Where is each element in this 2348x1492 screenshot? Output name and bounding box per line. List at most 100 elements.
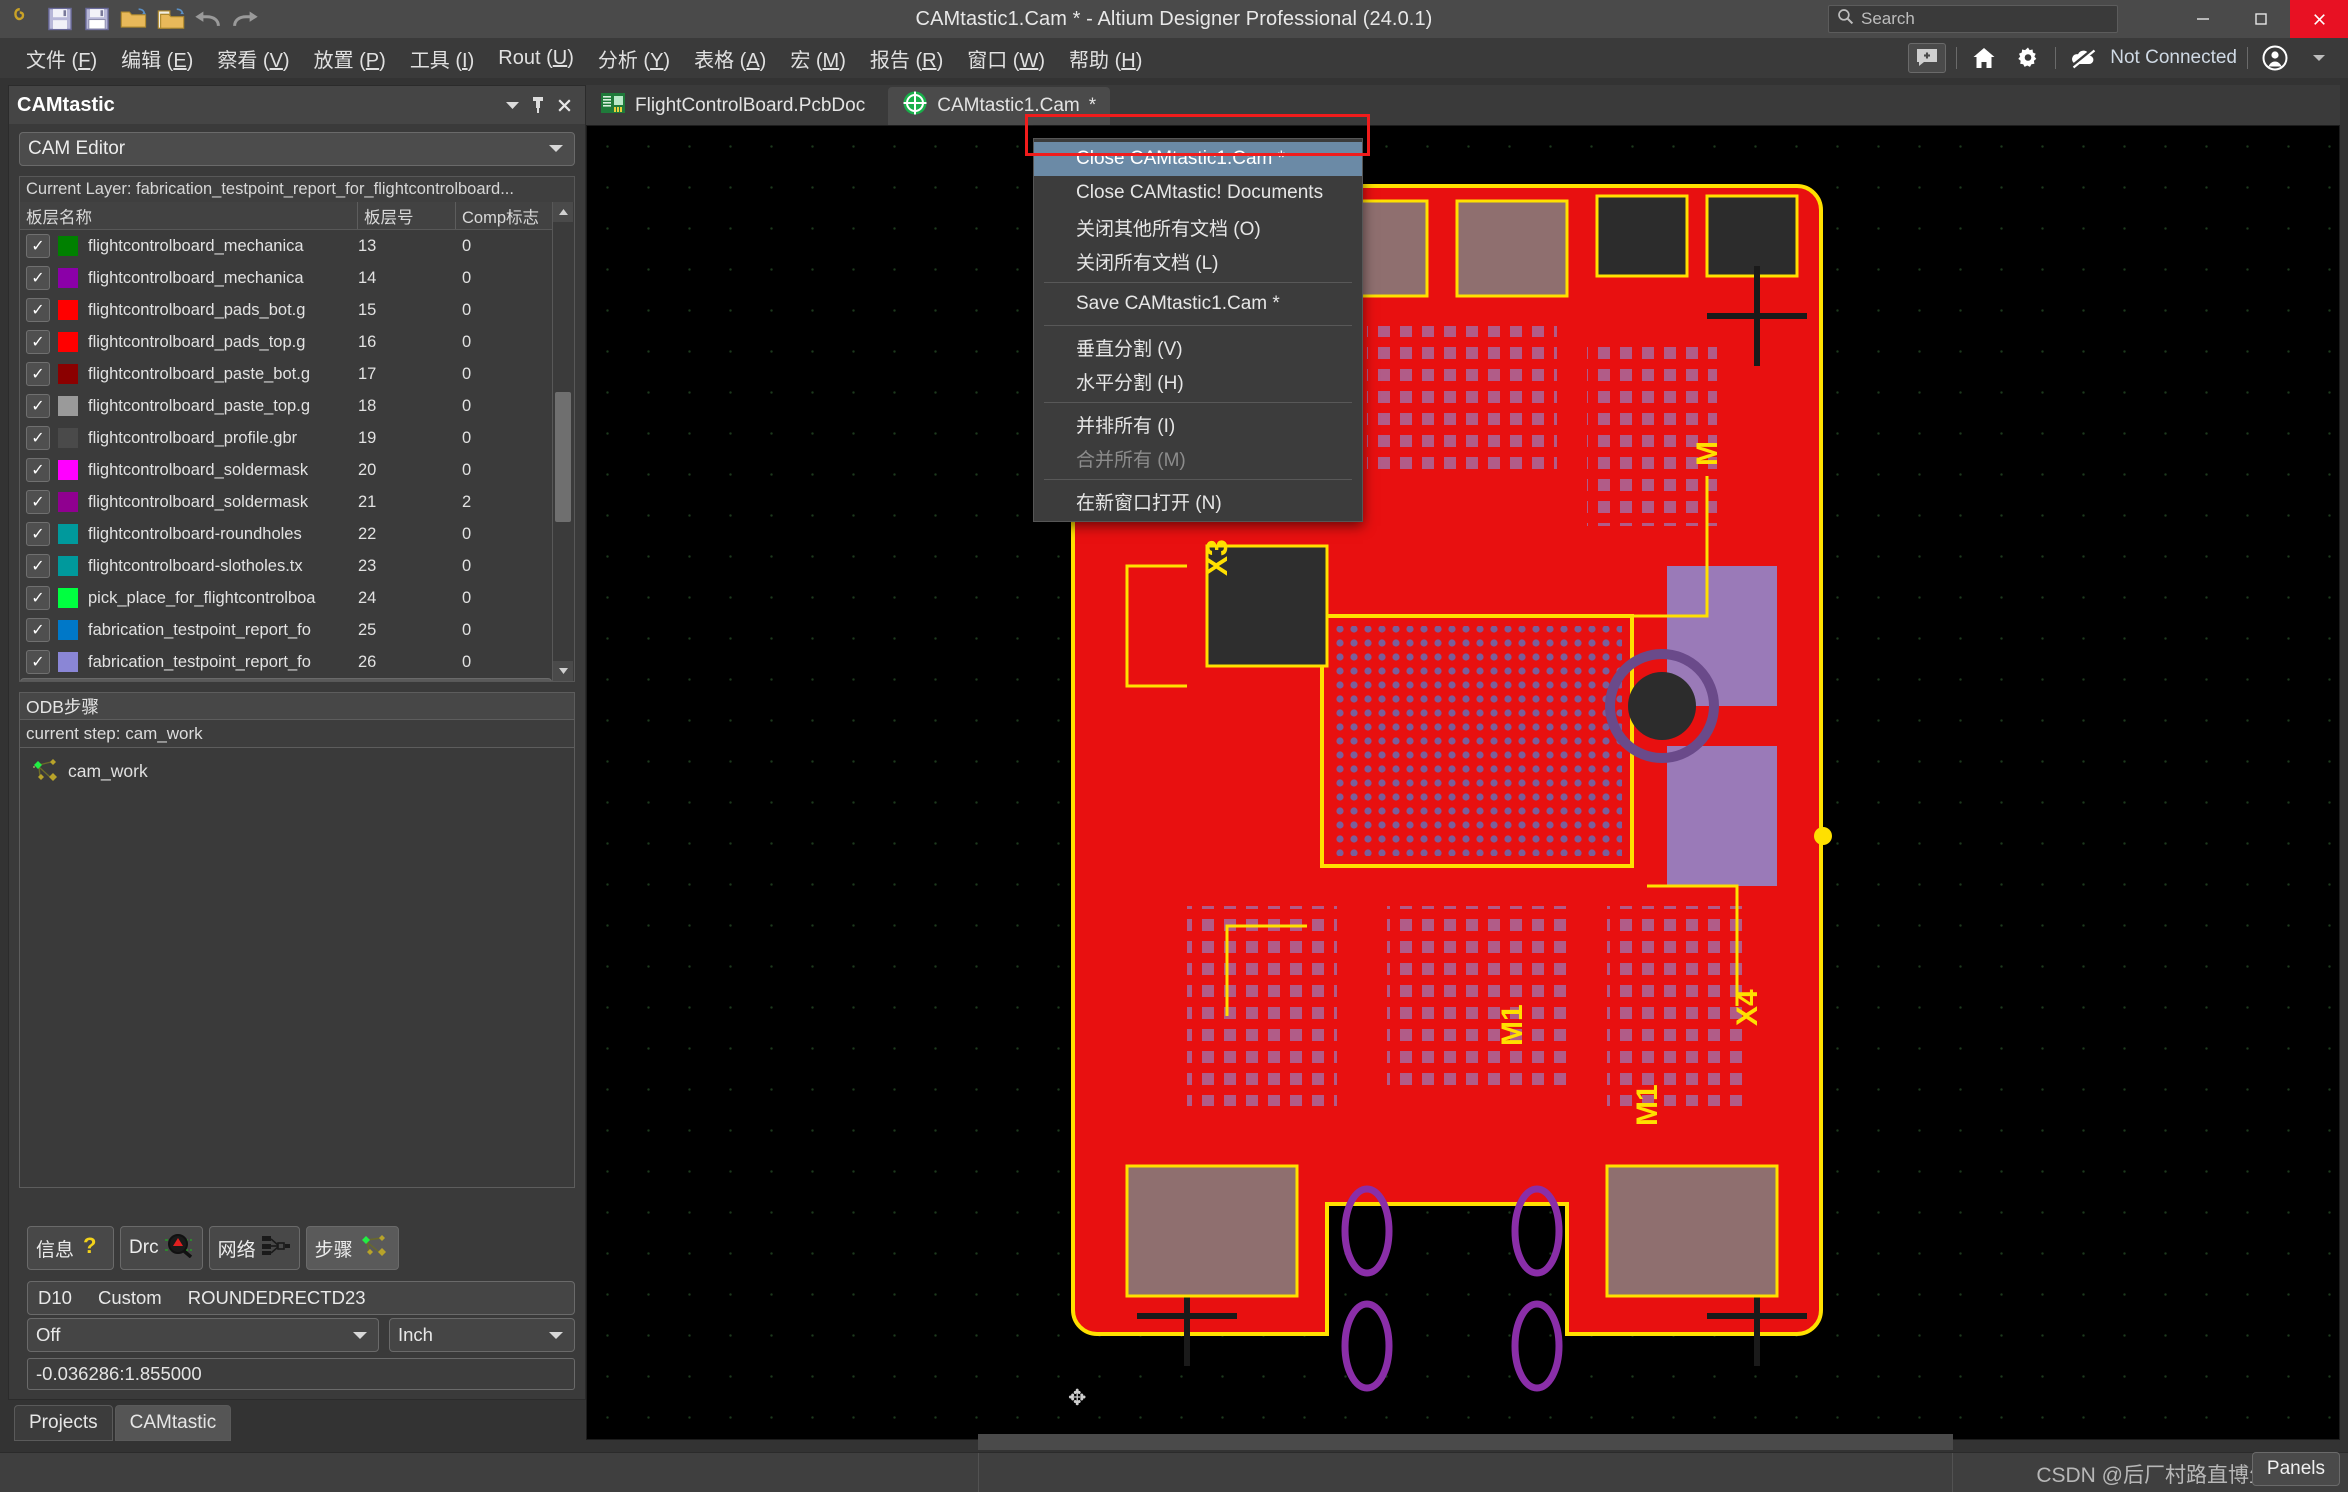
panel-button-net-tree[interactable]: 网络 [208,1226,300,1270]
layer-row[interactable]: ✓ flightcontrolboard-roundholes 22 0 [20,518,552,550]
cloud-disconnected-icon[interactable] [2066,43,2100,73]
layer-visibility-checkbox[interactable]: ✓ [26,266,50,290]
layer-color-swatch[interactable] [58,652,78,672]
close-button[interactable] [2290,0,2348,38]
layer-visibility-checkbox[interactable]: ✓ [26,586,50,610]
layer-visibility-checkbox[interactable]: ✓ [26,458,50,482]
layer-row[interactable]: ✓ flightcontrolboard_mechanica 13 0 [20,230,552,262]
layer-color-swatch[interactable] [58,364,78,384]
layer-row[interactable]: ✓ flightcontrolboard-slotholes.tx 23 0 [20,550,552,582]
menu-item-3[interactable]: 察看 (V) [205,40,301,77]
menu-item-9[interactable]: 宏 (M) [778,40,858,77]
layer-row[interactable]: ✓ fabrication_testpoint_report_fo 25 0 [20,614,552,646]
menu-item-6[interactable]: Rout (U) [486,43,586,74]
open-folder-icon[interactable] [117,3,151,35]
scroll-up-icon[interactable] [553,202,573,222]
layer-color-swatch[interactable] [58,588,78,608]
snap-select[interactable]: Off [27,1318,379,1352]
layer-color-swatch[interactable] [58,620,78,640]
pin-icon[interactable] [525,92,551,118]
layer-visibility-checkbox[interactable]: ✓ [26,234,50,258]
document-tab[interactable]: FlightControlBoard.PcbDoc [586,87,888,125]
menu-item-5[interactable]: 工具 (I) [398,40,486,77]
menu-item-10[interactable]: 报告 (R) [858,40,955,77]
layer-visibility-checkbox[interactable]: ✓ [26,362,50,386]
menu-item-1[interactable]: 文件 (F) [14,40,109,77]
layer-scrollbar[interactable] [553,202,575,682]
layer-row[interactable]: ✓ flightcontrolboard_pads_bot.g 15 0 [20,294,552,326]
redo-icon[interactable] [228,3,262,35]
menu-item-2[interactable]: 编辑 (E) [109,40,205,77]
layer-row[interactable]: ✓ pick_place_for_flightcontrolboa 24 0 [20,582,552,614]
panel-tab-camtastic[interactable]: CAMtastic [114,1405,232,1441]
layer-row[interactable]: ✓ flightcontrolboard_mechanica 14 0 [20,262,552,294]
layer-row[interactable]: ✓fabrication_testpoint_report_fo270 [20,678,552,681]
chevron-down-icon[interactable] [2302,43,2336,73]
search-input[interactable]: Search [1828,5,2118,33]
context-menu-item[interactable]: Close CAMtastic! Documents [1034,176,1362,210]
layer-visibility-checkbox[interactable]: ✓ [26,554,50,578]
layer-row[interactable]: ✓ flightcontrolboard_paste_bot.g 17 0 [20,358,552,390]
cam-editor-select[interactable]: CAM Editor [19,132,575,166]
layer-color-swatch[interactable] [58,396,78,416]
save-icon[interactable] [43,3,77,35]
layer-color-swatch[interactable] [58,332,78,352]
dcode-info-row[interactable]: D10 Custom ROUNDEDRECTD23 [27,1281,575,1315]
layer-visibility-checkbox[interactable]: ✓ [26,522,50,546]
home-icon[interactable] [1967,43,2001,73]
layer-color-swatch[interactable] [58,300,78,320]
menu-item-12[interactable]: 帮助 (H) [1057,40,1154,77]
open-project-icon[interactable] [6,3,40,35]
panel-button-drc-magnifier[interactable]: Drc [120,1226,203,1270]
layer-color-swatch[interactable] [58,460,78,480]
layer-visibility-checkbox[interactable]: ✓ [26,426,50,450]
layer-color-swatch[interactable] [58,268,78,288]
save-as-icon[interactable] [80,3,114,35]
layer-visibility-checkbox[interactable]: ✓ [26,330,50,354]
layer-row[interactable]: ✓ flightcontrolboard_profile.gbr 19 0 [20,422,552,454]
menu-item-11[interactable]: 窗口 (W) [955,40,1057,77]
odb-tree-item[interactable]: cam_work [30,756,574,787]
context-menu-item[interactable]: 在新窗口打开 (N) [1034,484,1362,518]
layer-color-swatch[interactable] [58,556,78,576]
layer-visibility-checkbox[interactable]: ✓ [26,618,50,642]
context-menu-item[interactable]: 并排所有 (I) [1034,407,1362,441]
open-document-icon[interactable] [154,3,188,35]
layer-color-swatch[interactable] [58,492,78,512]
context-menu-item[interactable]: Close CAMtastic1.Cam * [1034,142,1362,176]
menu-item-7[interactable]: 分析 (Y) [586,40,682,77]
layer-visibility-checkbox[interactable]: ✓ [26,298,50,322]
context-menu-item[interactable]: 水平分割 (H) [1034,364,1362,398]
layer-visibility-checkbox[interactable]: ✓ [26,650,50,674]
layer-color-swatch[interactable] [58,428,78,448]
context-menu-item[interactable]: 关闭所有文档 (L) [1034,244,1362,278]
unit-select[interactable]: Inch [389,1318,575,1352]
scrollbar-thumb[interactable] [555,392,571,522]
panel-tab-projects[interactable]: Projects [14,1405,113,1441]
context-menu-item[interactable]: 垂直分割 (V) [1034,330,1362,364]
gear-icon[interactable] [2011,43,2045,73]
add-note-icon[interactable] [1908,43,1947,73]
layer-row[interactable]: ✓ flightcontrolboard_paste_top.g 18 0 [20,390,552,422]
panel-button-question-mark[interactable]: 信息? [27,1226,115,1270]
layer-row[interactable]: ✓ flightcontrolboard_soldermask 21 2 [20,486,552,518]
menu-item-4[interactable]: 放置 (P) [302,40,398,77]
panel-menu-icon[interactable] [499,92,525,118]
undo-icon[interactable] [191,3,225,35]
panels-button[interactable]: Panels [2251,1452,2340,1486]
layer-row[interactable]: ✓ flightcontrolboard_pads_top.g 16 0 [20,326,552,358]
layer-color-swatch[interactable] [58,236,78,256]
maximize-button[interactable] [2232,0,2290,38]
canvas-horizontal-scrollbar[interactable] [978,1434,1953,1450]
layer-color-swatch[interactable] [58,524,78,544]
pcb-canvas[interactable]: X3 M1 X4 M M1 [586,125,2340,1440]
layer-row[interactable]: ✓ flightcontrolboard_soldermask 20 0 [20,454,552,486]
layer-visibility-checkbox[interactable]: ✓ [26,394,50,418]
layer-row[interactable]: ✓ fabrication_testpoint_report_fo 26 0 [20,646,552,678]
account-icon[interactable] [2258,43,2292,73]
minimize-button[interactable] [2174,0,2232,38]
context-menu-item[interactable]: 关闭其他所有文档 (O) [1034,210,1362,244]
layer-visibility-checkbox[interactable]: ✓ [26,490,50,514]
panel-button-step-graph[interactable]: 步骤 [305,1226,399,1270]
context-menu-item[interactable]: Save CAMtastic1.Cam * [1034,287,1362,321]
